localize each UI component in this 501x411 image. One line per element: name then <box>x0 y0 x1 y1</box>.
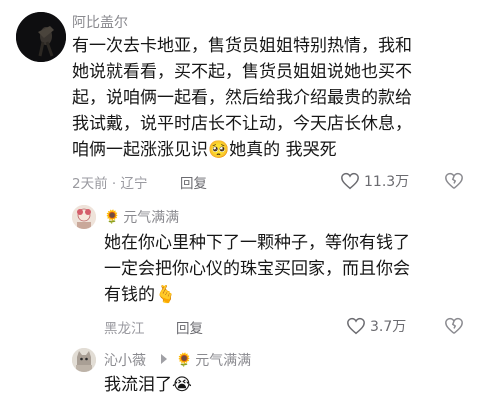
comment-text-segment: 有钱的 <box>104 285 155 305</box>
comment-text-segment: 我流泪了 <box>104 375 172 395</box>
comment-text-segment: 咱俩一起涨涨见识 <box>72 140 208 160</box>
sunflower-icon: 🌻 <box>176 352 193 368</box>
comment-author-group[interactable]: 🌻 元气满满 <box>104 207 179 227</box>
avatar[interactable] <box>72 348 96 372</box>
comment-time-location: 2天前 · 辽宁 <box>72 176 148 192</box>
comment-text-line: 她在你心里种下了一颗种子，等你有钱了 <box>104 233 410 253</box>
pleading-face-emoji: 🥺 <box>208 140 230 160</box>
replied-to-author: 元气满满 <box>195 353 252 369</box>
like-count: 3.7万 <box>370 319 407 335</box>
comment-text-line: 有一次去卡地亚，售货员姐姐特别热情，我和 <box>72 36 412 56</box>
comment-text-line: 她说就看看，买不起，售货员姐姐说她也买不 <box>72 62 412 82</box>
comment-text-last-line: 咱俩一起涨涨见识🥺她真的 我哭死 <box>72 138 337 163</box>
avatar[interactable] <box>16 12 66 62</box>
broken-heart-icon <box>445 317 463 334</box>
heart-icon <box>346 317 366 335</box>
comment-text-line: 我试戴，说平时店长不让动，今天店长休息， <box>72 114 412 134</box>
reply-button[interactable]: 回复 <box>180 172 207 192</box>
sunflower-icon: 🌻 <box>104 209 121 225</box>
finger-heart-emoji: 🫰 <box>155 285 177 305</box>
comment-text-line: 我流泪了😭 <box>104 373 192 398</box>
reply-arrow-icon <box>160 354 168 364</box>
like-button[interactable]: 11.3万 <box>340 171 409 191</box>
avatar-image <box>72 205 96 229</box>
like-count: 11.3万 <box>364 174 410 190</box>
heart-icon <box>340 172 360 190</box>
comment-text-last-line: 有钱的🫰 <box>104 283 176 308</box>
comment-text-segment: 她真的 我哭死 <box>229 140 337 160</box>
avatar-cat-image <box>72 348 96 372</box>
broken-heart-icon <box>445 172 463 189</box>
avatar-dancer-image <box>16 12 66 62</box>
avatar[interactable] <box>72 205 96 229</box>
comment-author[interactable]: 沁小薇 <box>104 350 146 370</box>
comment-text-line: 一定会把你心仪的珠宝买回家，而且你会 <box>104 259 410 279</box>
comment-location: 黑龙江 <box>104 321 145 337</box>
reply-button[interactable]: 回复 <box>176 317 203 337</box>
replied-to-author-group[interactable]: 🌻 元气满满 <box>176 350 251 370</box>
dislike-button[interactable] <box>444 172 464 190</box>
like-button[interactable]: 3.7万 <box>346 316 406 336</box>
comment-author[interactable]: 阿比盖尔 <box>72 12 128 32</box>
dislike-button[interactable] <box>444 317 464 335</box>
comment-text-line: 起，说咱俩一起看，然后给我介绍最贵的款给 <box>72 88 412 108</box>
crying-face-emoji: 😭 <box>172 375 192 395</box>
comment-author: 元气满满 <box>123 210 180 226</box>
